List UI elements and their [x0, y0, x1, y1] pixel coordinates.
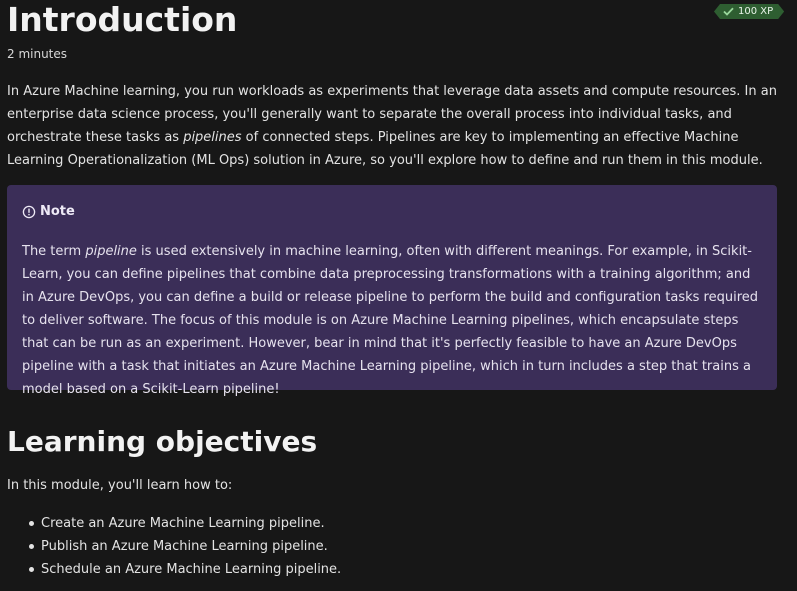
list-item: Publish an Azure Machine Learning pipeli… — [0, 535, 341, 558]
note-text-start: The term — [22, 244, 86, 259]
checkmark-icon — [723, 7, 734, 16]
note-label: Note — [40, 204, 75, 219]
note-header: Note — [22, 203, 763, 221]
list-item: Create an Azure Machine Learning pipelin… — [0, 512, 341, 535]
objectives-lead: In this module, you'll learn how to: — [7, 478, 233, 493]
info-circle-icon — [22, 205, 36, 219]
note-body: The term pipeline is used extensively in… — [22, 240, 763, 401]
page-title: Introduction — [7, 0, 238, 39]
xp-badge-label: 100 XP — [738, 6, 774, 17]
objectives-heading: Learning objectives — [7, 425, 318, 458]
xp-badge: 100 XP — [714, 4, 784, 19]
objectives-list: Create an Azure Machine Learning pipelin… — [0, 512, 341, 581]
note-emphasis: pipeline — [85, 244, 137, 259]
intro-paragraph: In Azure Machine learning, you run workl… — [7, 80, 782, 172]
duration: 2 minutes — [7, 47, 68, 61]
note-text-end: is used extensively in machine learning,… — [22, 244, 759, 397]
intro-emphasis: pipelines — [183, 130, 242, 145]
list-item: Schedule an Azure Machine Learning pipel… — [0, 558, 341, 581]
note-callout: Note The term pipeline is used extensive… — [7, 185, 777, 397]
